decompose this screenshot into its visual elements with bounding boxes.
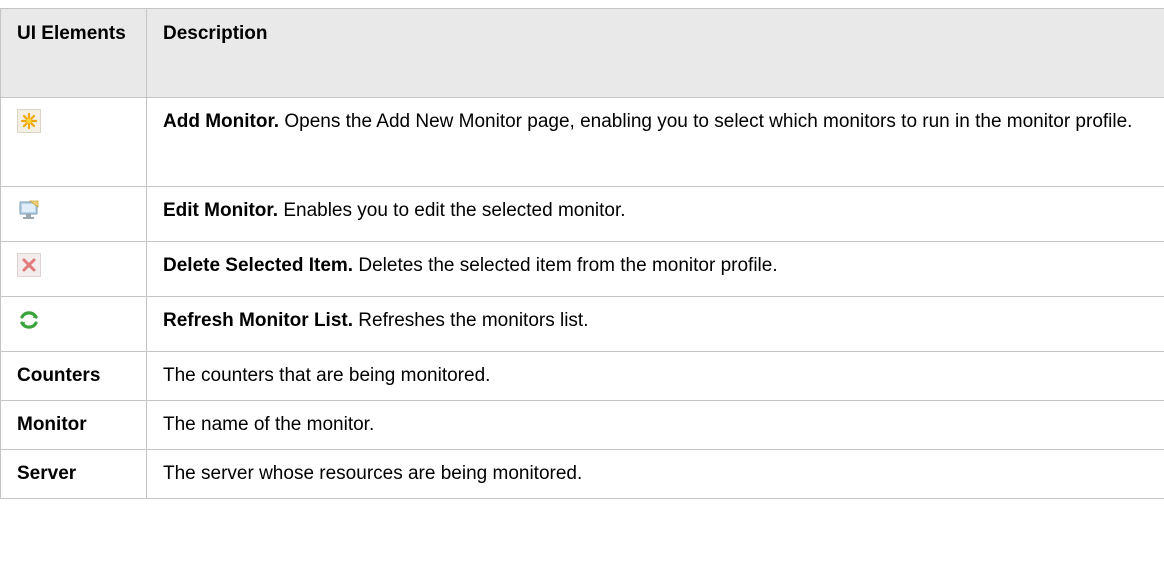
ui-element-label-counters: Counters [0, 351, 147, 401]
element-description: The counters that are being monitored. [146, 351, 1164, 401]
element-description: Opens the Add New Monitor page, enabling… [279, 111, 1133, 132]
element-description: Refreshes the monitors list. [353, 310, 589, 331]
ui-element-label-monitor: Monitor [0, 400, 147, 450]
description-cell: Refresh Monitor List. Refreshes the moni… [146, 296, 1164, 352]
element-term: Edit Monitor. [163, 200, 279, 221]
element-term: Add Monitor. [163, 111, 280, 132]
ui-element-cell [0, 97, 147, 187]
delete-item-icon [17, 253, 41, 277]
table-header-row: UI Elements Description [0, 8, 1164, 98]
table-row: Counters The counters that are being mon… [0, 351, 1164, 401]
table-row: Monitor The name of the monitor. [0, 400, 1164, 450]
table-row: Delete Selected Item. Deletes the select… [0, 241, 1164, 297]
table-row: Add Monitor. Opens the Add New Monitor p… [0, 97, 1164, 187]
description-cell: Edit Monitor. Enables you to edit the se… [146, 186, 1164, 242]
ui-element-cell [0, 241, 147, 297]
column-header-ui-elements: UI Elements [0, 8, 147, 98]
add-monitor-icon [17, 109, 41, 133]
element-description: Deletes the selected item from the monit… [353, 255, 778, 276]
element-description: The server whose resources are being mon… [146, 449, 1164, 499]
element-description: The name of the monitor. [146, 400, 1164, 450]
refresh-icon [17, 308, 41, 332]
table-row: Refresh Monitor List. Refreshes the moni… [0, 296, 1164, 352]
edit-monitor-icon [17, 198, 41, 222]
column-header-description: Description [146, 8, 1164, 98]
ui-elements-table: UI Elements Description Add Monitor. Ope… [0, 8, 1164, 499]
table-row: Server The server whose resources are be… [0, 449, 1164, 499]
table-row: Edit Monitor. Enables you to edit the se… [0, 186, 1164, 242]
element-term: Delete Selected Item. [163, 255, 354, 276]
ui-element-cell [0, 296, 147, 352]
description-cell: Add Monitor. Opens the Add New Monitor p… [146, 97, 1164, 187]
description-cell: Delete Selected Item. Deletes the select… [146, 241, 1164, 297]
element-term: Refresh Monitor List. [163, 310, 354, 331]
ui-element-label-server: Server [0, 449, 147, 499]
ui-element-cell [0, 186, 147, 242]
element-description: Enables you to edit the selected monitor… [278, 200, 626, 221]
